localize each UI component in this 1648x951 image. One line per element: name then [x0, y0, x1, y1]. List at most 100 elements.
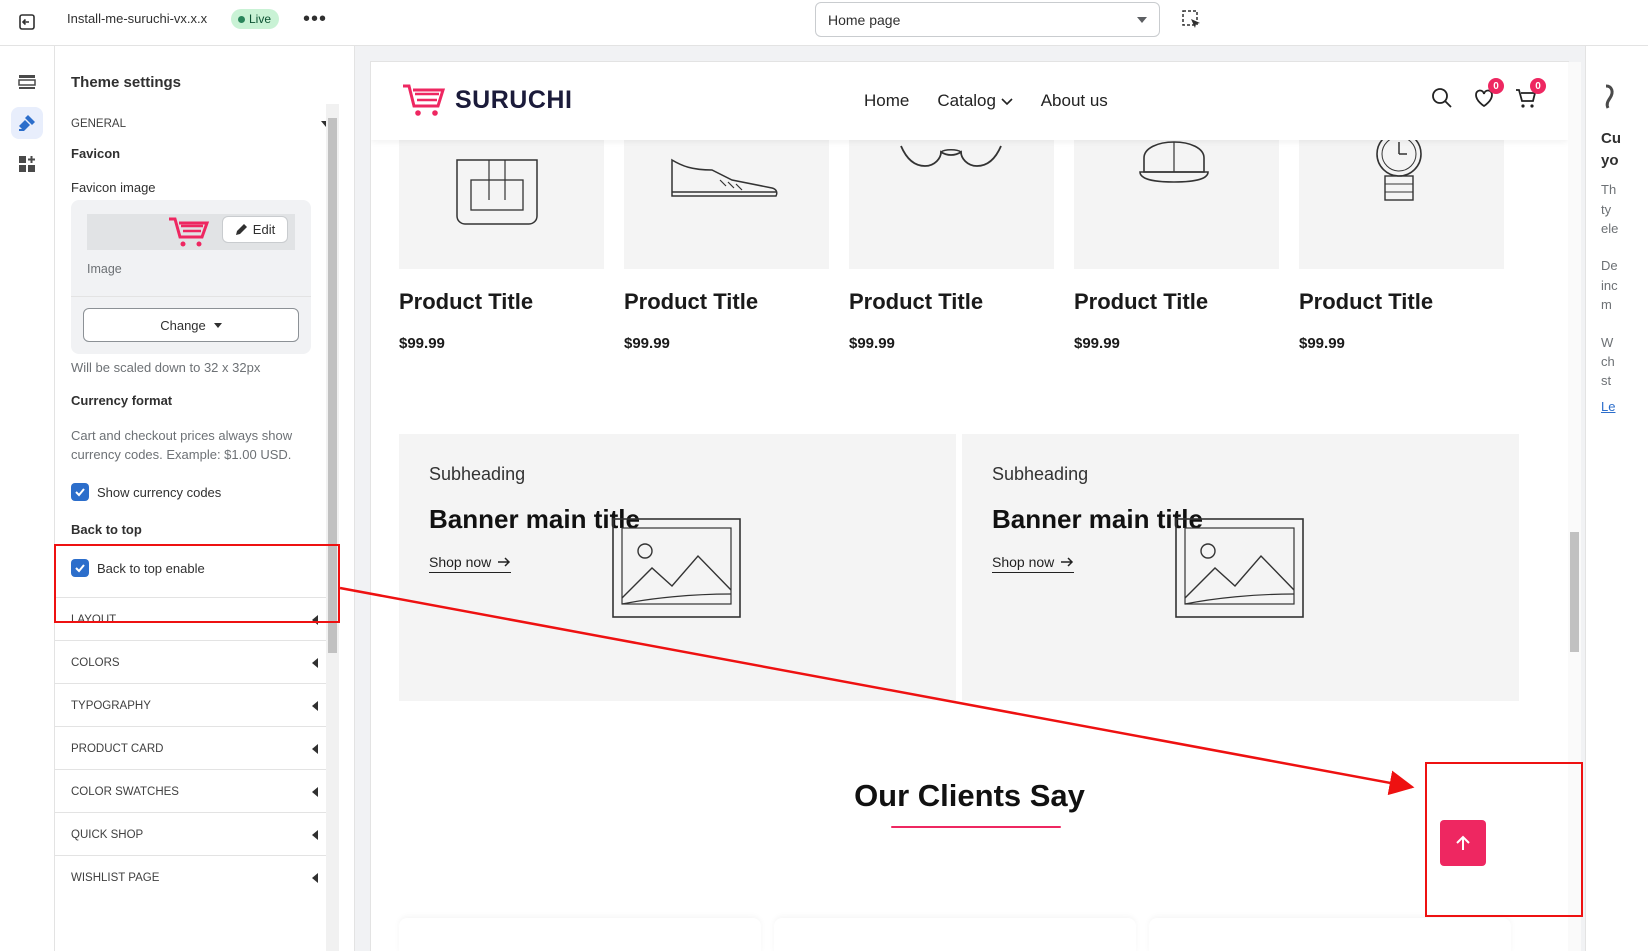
search-icon[interactable]	[1430, 86, 1454, 110]
testimonial-card	[1149, 918, 1511, 951]
cart-icon[interactable]: 0	[1514, 78, 1546, 110]
general-section-header[interactable]: GENERAL	[71, 118, 331, 130]
banner-card[interactable]: Subheading Banner main title Shop now	[399, 434, 956, 701]
pencil-icon	[235, 224, 247, 235]
sections-icon[interactable]	[11, 66, 43, 98]
checkbox-checked-icon[interactable]	[71, 559, 89, 577]
clients-heading: Our Clients Say	[854, 778, 1085, 813]
wishlist-count-badge: 0	[1488, 78, 1504, 94]
banner-title: Banner main title	[992, 504, 1203, 534]
product-title[interactable]: Product Title	[1299, 289, 1504, 315]
banner-title: Banner main title	[429, 504, 640, 534]
editor-topbar: Install-me-suruchi-vx.x.x Live ••• Home …	[0, 0, 1648, 46]
live-dot-icon	[238, 15, 245, 23]
live-label: Live	[249, 12, 272, 26]
image-placeholder-icon	[612, 518, 741, 618]
preview-scrollbar-thumb[interactable]	[1570, 532, 1579, 652]
section-quick-shop[interactable]: QUICK SHOP	[55, 812, 338, 856]
checkbox-checked-icon[interactable]	[71, 483, 89, 501]
theme-settings-icon[interactable]	[11, 107, 43, 139]
learn-more-link[interactable]: Le	[1601, 399, 1615, 414]
product-price: $99.99	[1299, 335, 1345, 352]
nav-about[interactable]: About us	[1041, 91, 1108, 111]
show-currency-checkbox[interactable]: Show currency codes	[71, 483, 221, 501]
banner-card[interactable]: Subheading Banner main title Shop now	[962, 434, 1519, 701]
store-logo[interactable]: SURUCHI	[401, 82, 572, 118]
product-card[interactable]: Product Title $99.99	[624, 140, 829, 352]
divider	[71, 296, 311, 297]
arrow-right-icon	[1061, 557, 1074, 567]
settings-scrollbar-thumb[interactable]	[328, 118, 337, 653]
page-select[interactable]: Home page	[815, 2, 1160, 37]
section-layout[interactable]: LAYOUT	[55, 597, 338, 641]
product-title[interactable]: Product Title	[624, 289, 829, 315]
show-currency-label: Show currency codes	[97, 484, 222, 500]
section-label: QUICK SHOP	[71, 828, 144, 841]
help-text-line: Th	[1601, 182, 1617, 197]
shop-now-link[interactable]: Shop now	[992, 554, 1075, 573]
nav-catalog[interactable]: Catalog	[937, 91, 1013, 111]
product-image[interactable]	[849, 140, 1054, 269]
product-card[interactable]: Product Title $99.99	[1299, 140, 1504, 352]
help-text-line: inc	[1601, 278, 1618, 293]
help-title-line: yo	[1601, 152, 1619, 169]
section-typography[interactable]: TYPOGRAPHY	[55, 683, 338, 727]
testimonial-card	[399, 918, 761, 951]
shop-now-link[interactable]: Shop now	[429, 554, 512, 573]
help-text-line: ele	[1601, 221, 1619, 236]
nav-home[interactable]: Home	[864, 91, 909, 111]
edit-favicon-button[interactable]: Edit	[222, 216, 288, 243]
product-card[interactable]: Product Title $99.99	[1074, 140, 1279, 352]
editor-rail	[0, 46, 55, 951]
product-title[interactable]: Product Title	[849, 289, 1054, 315]
change-favicon-button[interactable]: Change	[83, 308, 299, 342]
product-title[interactable]: Product Title	[1074, 289, 1279, 315]
favicon-picker: Edit Image Change	[71, 200, 311, 354]
cart-count-badge: 0	[1530, 78, 1546, 94]
favicon-image-caption: Image	[87, 262, 122, 276]
help-text-line: st	[1601, 373, 1612, 388]
banner-subheading: Subheading	[992, 464, 1089, 484]
cart-logo-icon	[169, 217, 210, 247]
section-color-swatches[interactable]: COLOR SWATCHES	[55, 769, 338, 813]
chevron-left-icon	[312, 701, 318, 711]
backpack-icon	[456, 159, 538, 225]
product-image[interactable]	[399, 140, 604, 269]
live-badge: Live	[231, 9, 280, 29]
logo-text: SURUCHI	[455, 85, 573, 114]
help-text-line: ty	[1601, 202, 1612, 217]
product-card[interactable]: Product Title $99.99	[399, 140, 604, 352]
section-product-card[interactable]: PRODUCT CARD	[55, 726, 338, 770]
product-image[interactable]	[624, 140, 829, 269]
shop-now-label: Shop now	[429, 554, 492, 570]
section-label: LAYOUT	[71, 613, 117, 626]
product-price: $99.99	[849, 335, 895, 352]
cap-icon	[1139, 141, 1209, 183]
arrow-right-icon	[498, 557, 511, 567]
apps-icon[interactable]	[11, 148, 43, 180]
inspector-icon[interactable]	[1180, 8, 1204, 32]
chevron-down-icon	[1001, 98, 1013, 106]
banner-subheading: Subheading	[429, 464, 526, 484]
product-title[interactable]: Product Title	[399, 289, 604, 315]
product-image[interactable]	[1074, 140, 1279, 269]
back-to-top-button[interactable]	[1440, 820, 1486, 866]
more-actions-button[interactable]: •••	[303, 6, 327, 32]
testimonial-card	[774, 918, 1136, 951]
section-wishlist-page[interactable]: WISHLIST PAGE	[55, 855, 338, 899]
currency-format-label: Currency format	[71, 393, 173, 408]
section-colors[interactable]: COLORS	[55, 640, 338, 684]
help-text-line: ch	[1601, 354, 1615, 369]
right-help-panel: Cu yo Th ty ele De inc m W ch st Le	[1585, 46, 1648, 951]
chevron-left-icon	[312, 658, 318, 668]
help-title-line: Cu	[1601, 130, 1621, 147]
help-text-line: m	[1601, 297, 1612, 312]
product-card[interactable]: Product Title $99.99	[849, 140, 1054, 352]
exit-icon[interactable]	[14, 9, 40, 35]
currency-hint: Cart and checkout prices always show cur…	[71, 428, 293, 462]
wishlist-icon[interactable]: 0	[1472, 78, 1504, 110]
product-image[interactable]	[1299, 140, 1504, 269]
preview-scrollbar[interactable]	[1568, 62, 1581, 951]
cart-logo-icon	[403, 84, 446, 116]
back-to-top-checkbox[interactable]: Back to top enable	[71, 559, 205, 577]
